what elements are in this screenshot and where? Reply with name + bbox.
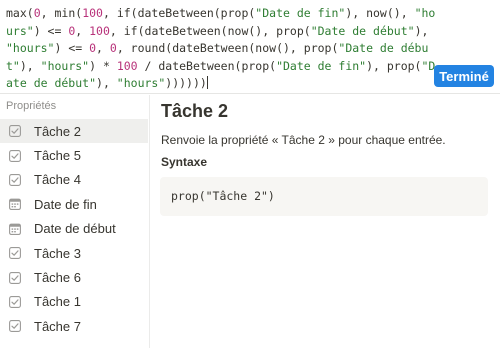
formula-token: ),	[19, 58, 41, 73]
sidebar-item[interactable]: Date de fin	[0, 192, 150, 216]
checkbox-icon	[9, 271, 34, 284]
sidebar-item[interactable]: Tâche 2	[0, 119, 148, 144]
formula-token: "Date de fin"	[276, 58, 367, 73]
sidebar-item[interactable]: Tâche 3	[0, 241, 150, 265]
formula-token: 100	[116, 58, 138, 73]
checkbox-icon	[9, 149, 34, 162]
text-cursor	[206, 76, 208, 89]
formula-token: , if(dateBetween(now(), prop(	[109, 23, 311, 38]
formula-token: "Date de fin"	[255, 6, 346, 20]
sidebar-item[interactable]: Tâche 5	[0, 143, 150, 167]
formula-token: / dateBetween(prop(	[137, 58, 277, 73]
formula-token: "Date de début"	[310, 23, 415, 38]
sidebar-heading: Propriétés	[6, 100, 57, 112]
sidebar-item-label: Date de fin	[34, 196, 97, 212]
formula-token: ,	[96, 41, 110, 55]
formula-token: max(	[6, 6, 34, 20]
formula-token: ) *	[89, 58, 117, 73]
checkbox-icon	[9, 247, 34, 260]
detail-description: Renvoie la propriété « Tâche 2 » pour ch…	[161, 133, 446, 147]
syntax-heading: Syntaxe	[161, 155, 208, 169]
sidebar-item-label: Tâche 3	[34, 245, 81, 261]
sidebar-item-label: Tâche 2	[34, 123, 81, 139]
sidebar-item[interactable]: Tâche 4	[0, 168, 150, 192]
formula-token: ) <=	[54, 41, 90, 55]
formula-token: , if(dateBetween(prop(	[102, 6, 256, 20]
properties-sidebar: Propriétés Tâche 2 Tâche 5 Tâche 4 Date de …	[0, 95, 150, 348]
formula-token: ), prop(	[366, 58, 422, 73]
sidebar-item-label: Tâche 5	[34, 148, 81, 164]
formula-editor[interactable]: max(0, min(100, if(dateBetween(prop("Dat…	[0, 0, 500, 94]
formula-token: "hours"	[40, 58, 90, 73]
formula-token: 100	[89, 23, 110, 38]
formula-token: ), now(),	[345, 6, 415, 20]
sidebar-item-label: Tâche 1	[34, 294, 81, 310]
formula-token: ))))))	[165, 76, 207, 90]
formula-token: 0	[109, 41, 117, 55]
checkbox-icon	[9, 295, 34, 308]
formula-token: ) <=	[33, 23, 69, 38]
sidebar-item[interactable]: Tâche 6	[0, 265, 150, 289]
checkbox-icon	[9, 320, 34, 333]
formula-token: "hours"	[116, 76, 166, 90]
sidebar-item[interactable]: Tâche 1	[0, 290, 150, 314]
sidebar-item-label: Tâche 6	[34, 270, 81, 286]
formula-token: , min(	[40, 6, 83, 20]
formula-token: "hours"	[6, 41, 55, 55]
calendar-icon	[9, 223, 34, 235]
formula-input[interactable]: max(0, min(100, if(dateBetween(prop("Dat…	[6, 5, 436, 93]
formula-token: 0	[33, 6, 41, 20]
sidebar-item-label: Date de début	[34, 221, 116, 237]
sidebar-item[interactable]: Tâche 7	[0, 314, 150, 338]
syntax-code-block: prop("Tâche 2")	[160, 177, 488, 216]
property-detail-panel: Tâche 2 Renvoie la propriété « Tâche 2 »…	[151, 95, 500, 348]
detail-title: Tâche 2	[161, 101, 229, 121]
formula-token: 0	[89, 41, 97, 55]
formula-token: ,	[75, 23, 90, 38]
property-list: Tâche 2 Tâche 5 Tâche 4 Date de fin Date de …	[0, 119, 150, 339]
checkbox-icon	[9, 125, 34, 138]
sidebar-item[interactable]: Date de début	[0, 217, 150, 241]
done-button[interactable]: Terminé	[434, 65, 494, 87]
sidebar-item-label: Tâche 7	[34, 318, 81, 334]
formula-token: 100	[82, 6, 103, 20]
calendar-icon	[9, 198, 34, 211]
formula-token: , round(dateBetween(now(), prop(	[116, 41, 339, 55]
formula-token: ),	[414, 23, 436, 38]
sidebar-item-label: Tâche 4	[34, 172, 81, 188]
formula-token: ),	[96, 76, 117, 90]
checkbox-icon	[9, 174, 34, 186]
